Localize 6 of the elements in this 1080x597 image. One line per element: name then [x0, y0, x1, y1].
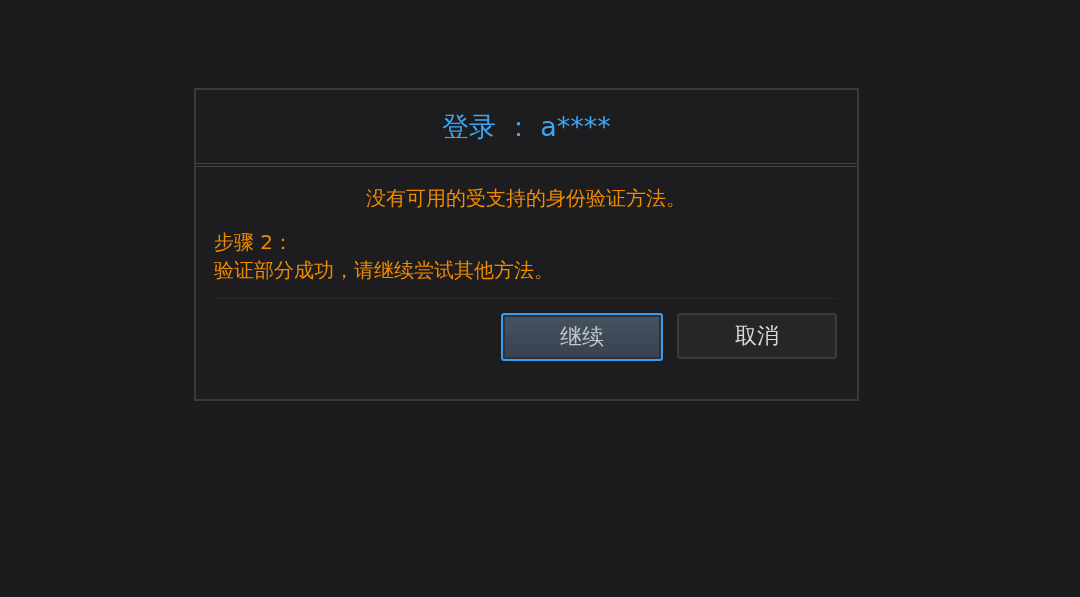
- cancel-button[interactable]: 取消: [677, 313, 837, 359]
- dialog-title: 登录 ： a****: [442, 109, 611, 144]
- error-message: 没有可用的受支持的身份验证方法。: [365, 185, 686, 212]
- continue-button[interactable]: 继续: [501, 313, 663, 361]
- step-label: 步骤 2：: [214, 229, 294, 256]
- step-message: 验证部分成功，请继续尝试其他方法。: [214, 257, 554, 284]
